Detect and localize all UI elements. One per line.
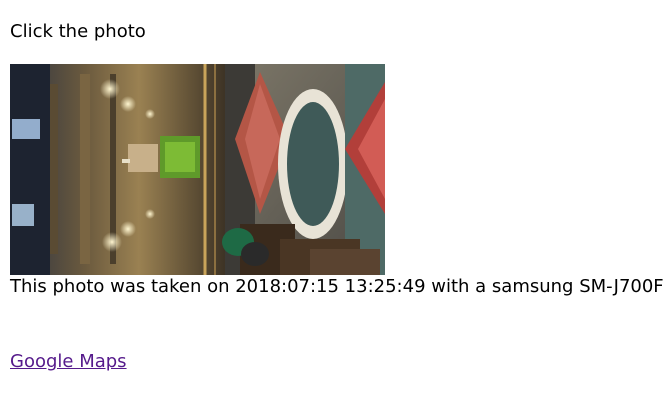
photo-image xyxy=(10,64,385,275)
google-maps-link[interactable]: Google Maps xyxy=(10,350,127,374)
photo-caption: This photo was taken on 2018:07:15 13:25… xyxy=(10,276,664,297)
church-interior-photo[interactable] xyxy=(10,64,385,275)
instruction-text: Click the photo xyxy=(10,21,146,42)
